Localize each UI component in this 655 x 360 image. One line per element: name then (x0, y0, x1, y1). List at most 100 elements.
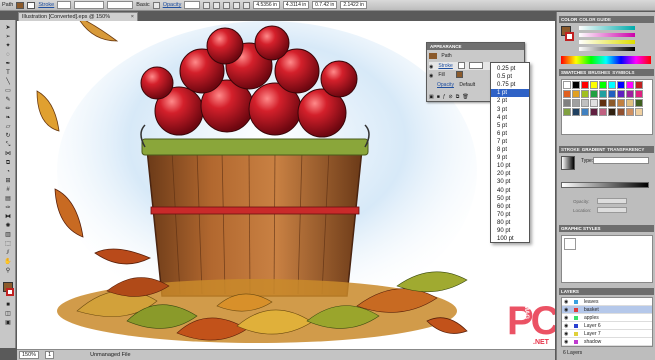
magenta-slider[interactable] (579, 33, 635, 37)
clear-appearance-icon[interactable]: ⊘ (449, 94, 453, 100)
brush-definition[interactable] (107, 1, 134, 9)
stroke-weight-option[interactable]: 30 pt (491, 178, 529, 186)
color-swatch[interactable] (635, 90, 643, 98)
color-swatch[interactable] (563, 99, 571, 107)
color-swatch[interactable] (635, 99, 643, 107)
stroke-weight-option[interactable]: 40 pt (491, 187, 529, 195)
pencil-tool-icon[interactable]: ✏ (3, 106, 13, 113)
free-transform-tool-icon[interactable]: ⧉ (3, 160, 13, 167)
color-swatch[interactable] (617, 90, 625, 98)
stroke-weight-option[interactable]: 0.75 pt (491, 81, 529, 89)
paintbrush-tool-icon[interactable]: ✎ (3, 97, 13, 104)
stroke-weight-option[interactable]: 70 pt (491, 211, 529, 219)
color-swatch[interactable] (617, 108, 625, 116)
fill-swatch[interactable] (16, 1, 25, 9)
mesh-tool-icon[interactable]: # (3, 187, 13, 194)
color-swatch[interactable] (599, 81, 607, 89)
rectangle-tool-icon[interactable]: ▭ (3, 88, 13, 95)
tab-gradient[interactable]: GRADIENT (582, 147, 606, 152)
tab-brushes[interactable]: BRUSHES (588, 70, 610, 75)
visibility-eye-icon[interactable]: ◉ (429, 63, 435, 70)
scale-tool-icon[interactable]: ⤡ (3, 142, 13, 149)
layer-visibility-icon[interactable]: ◉ (564, 338, 568, 346)
stroke-weight-option[interactable]: 8 pt (491, 146, 529, 154)
gradient-thumbnail[interactable] (561, 156, 575, 170)
color-swatch[interactable] (590, 99, 598, 107)
stroke-weight-option[interactable]: 50 pt (491, 195, 529, 203)
cyan-slider[interactable] (579, 26, 635, 30)
stroke-weight-input[interactable] (468, 62, 483, 70)
layer-row[interactable]: ◉ Layer 7 (562, 330, 652, 338)
graphic-style-swatch[interactable] (564, 238, 576, 250)
stroke-weight-option[interactable]: 7 pt (491, 138, 529, 146)
symbol-sprayer-tool-icon[interactable]: ✺ (3, 223, 13, 230)
color-swatch[interactable] (590, 108, 598, 116)
color-swatch[interactable] (572, 99, 580, 107)
eraser-tool-icon[interactable]: ▱ (3, 124, 13, 131)
color-swatch[interactable] (617, 99, 625, 107)
stroke-weight-option[interactable]: 90 pt (491, 227, 529, 235)
opacity-label[interactable]: Opacity (163, 2, 182, 8)
selection-tool-icon[interactable]: ➤ (3, 25, 13, 32)
hand-tool-icon[interactable]: ✋ (3, 259, 13, 266)
visibility-eye-icon[interactable]: ◉ (429, 72, 435, 79)
align-icon[interactable] (213, 1, 221, 9)
color-swatch[interactable] (599, 108, 607, 116)
zoom-tool-icon[interactable]: ⚲ (3, 268, 13, 275)
variable-width-profile[interactable] (74, 1, 105, 9)
black-slider[interactable] (579, 47, 635, 51)
color-swatch[interactable] (581, 108, 589, 116)
color-swatch[interactable] (635, 108, 643, 116)
artboard-navigator[interactable]: 1 (45, 351, 55, 359)
stroke-label[interactable]: Stroke (438, 63, 452, 69)
transform-icon[interactable] (223, 1, 231, 9)
reference-point-icon[interactable] (243, 1, 251, 9)
swatch-grid[interactable] (561, 79, 653, 135)
style-icon[interactable] (152, 1, 160, 9)
layer-row[interactable]: ◉ apples (562, 314, 652, 322)
color-swatch[interactable] (626, 81, 634, 89)
color-swatch[interactable] (581, 81, 589, 89)
tab-swatches[interactable]: SWATCHES (561, 70, 586, 75)
layer-row[interactable]: ◉ basket (562, 306, 652, 314)
gradient-tool-icon[interactable]: ▤ (3, 196, 13, 203)
x-coordinate-field[interactable]: 4.5356 in (253, 1, 280, 9)
blob-brush-tool-icon[interactable]: ❧ (3, 115, 13, 122)
color-swatch[interactable] (581, 99, 589, 107)
color-swatch[interactable] (599, 90, 607, 98)
stroke-weight-option[interactable]: 9 pt (491, 154, 529, 162)
tab-color-guide[interactable]: COLOR GUIDE (579, 17, 611, 22)
opacity-label[interactable]: Opacity (437, 82, 454, 88)
color-swatch[interactable] (626, 99, 634, 107)
layers-list[interactable]: ◉ leaves ◉ basket ◉ apples ◉ Layer 6 ◉ Layer 7 ◉ sh… (561, 297, 653, 347)
slice-tool-icon[interactable]: ⫽ (3, 250, 13, 257)
stroke-weight-option[interactable]: 80 pt (491, 219, 529, 227)
direct-selection-tool-icon[interactable]: ➢ (3, 34, 13, 41)
color-spectrum[interactable] (561, 56, 651, 64)
tab-stroke[interactable]: STROKE (561, 147, 580, 152)
stroke-weight-option[interactable]: 6 pt (491, 130, 529, 138)
layer-visibility-icon[interactable]: ◉ (564, 314, 568, 322)
stroke-weight-option[interactable]: 10 pt (491, 162, 529, 170)
stroke-swatch[interactable] (27, 1, 36, 9)
color-swatch[interactable] (626, 90, 634, 98)
fx-icon[interactable]: ƒ (443, 94, 446, 100)
type-tool-icon[interactable]: T (3, 70, 13, 77)
fill-color-swatch[interactable] (456, 71, 464, 79)
perspective-grid-tool-icon[interactable]: ⊞ (3, 178, 13, 185)
color-swatch[interactable] (563, 81, 571, 89)
y-coordinate-field[interactable]: 4.3114 in (282, 1, 310, 9)
yellow-slider[interactable] (579, 40, 635, 44)
height-field[interactable]: 2.1422 in (340, 1, 367, 9)
graphic-styles-list[interactable] (561, 235, 653, 283)
artboard-tool-icon[interactable]: ⬚ (3, 241, 13, 248)
tab-symbols[interactable]: SYMBOLS (612, 70, 634, 75)
stroke-weight-option[interactable]: 60 pt (491, 203, 529, 211)
color-swatch[interactable] (599, 99, 607, 107)
tab-layers[interactable]: LAYERS (561, 289, 579, 294)
opacity-field[interactable] (184, 1, 201, 9)
recolor-icon[interactable] (203, 1, 211, 9)
color-swatch[interactable] (563, 90, 571, 98)
stroke-color-swatch[interactable] (458, 62, 466, 70)
pen-tool-icon[interactable]: ✒ (3, 61, 13, 68)
